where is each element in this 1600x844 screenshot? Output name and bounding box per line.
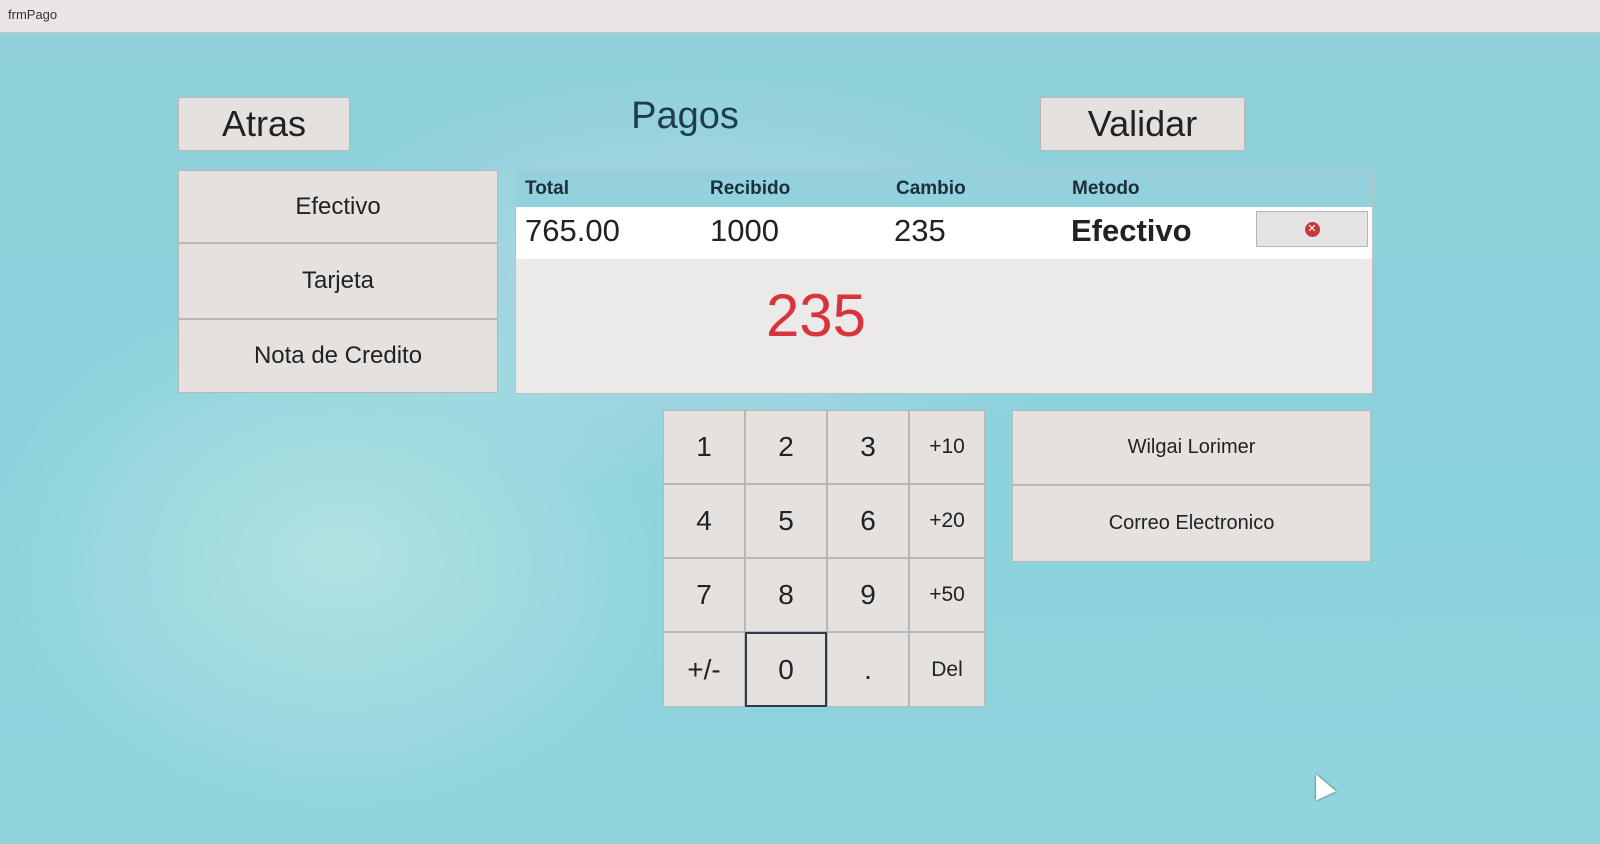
method-button-credit-note[interactable]: Nota de Credito <box>178 319 498 393</box>
payment-row[interactable]: 765.00 1000 235 Efectivo ✕ <box>516 207 1372 259</box>
customer-name-button[interactable]: Wilgai Lorimer <box>1012 410 1371 485</box>
key-8[interactable]: 8 <box>745 558 827 632</box>
page-title: Pagos <box>631 95 739 137</box>
x-circle-icon: ✕ <box>1304 221 1320 237</box>
key-4[interactable]: 4 <box>663 484 745 558</box>
row-change: 235 <box>894 213 946 248</box>
payments-panel: Total Recibido Cambio Metodo 765.00 1000… <box>515 170 1373 394</box>
key-plus-10[interactable]: +10 <box>909 410 985 484</box>
key-1[interactable]: 1 <box>663 410 745 484</box>
key-9[interactable]: 9 <box>827 558 909 632</box>
email-button[interactable]: Correo Electronico <box>1012 485 1371 562</box>
header-received: Recibido <box>710 178 791 199</box>
key-plus-20[interactable]: +20 <box>909 484 985 558</box>
key-3[interactable]: 3 <box>827 410 909 484</box>
remove-payment-button[interactable]: ✕ <box>1256 211 1368 247</box>
key-7[interactable]: 7 <box>663 558 745 632</box>
key-2[interactable]: 2 <box>745 410 827 484</box>
key-plus-minus[interactable]: +/- <box>663 632 745 707</box>
row-total: 765.00 <box>525 213 620 248</box>
key-0[interactable]: 0 <box>745 632 827 707</box>
key-5[interactable]: 5 <box>745 484 827 558</box>
key-6[interactable]: 6 <box>827 484 909 558</box>
method-button-cash[interactable]: Efectivo <box>178 170 498 243</box>
row-method: Efectivo <box>1071 213 1192 248</box>
key-plus-50[interactable]: +50 <box>909 558 985 632</box>
row-received: 1000 <box>710 213 779 248</box>
header-total: Total <box>525 178 569 199</box>
header-change: Cambio <box>896 178 966 199</box>
back-button[interactable]: Atras <box>178 97 350 151</box>
method-button-card[interactable]: Tarjeta <box>178 243 498 319</box>
validate-button[interactable]: Validar <box>1040 97 1245 151</box>
key-delete[interactable]: Del <box>909 632 985 707</box>
key-decimal[interactable]: . <box>827 632 909 707</box>
payments-header: Total Recibido Cambio Metodo <box>516 171 1372 207</box>
window-titlebar: frmPago <box>0 0 1600 33</box>
change-amount-display: 235 <box>765 282 867 349</box>
window-title: frmPago <box>8 7 58 22</box>
header-method: Metodo <box>1072 178 1140 199</box>
